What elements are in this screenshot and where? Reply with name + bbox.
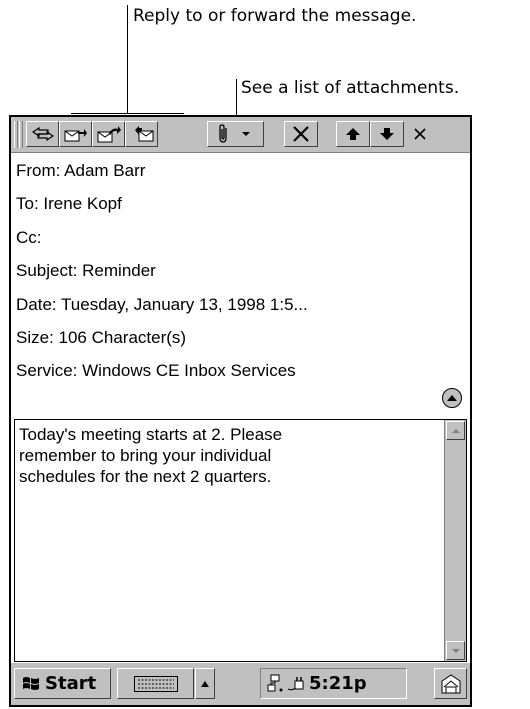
previous-message-button[interactable]: [336, 121, 370, 147]
reply-all-button[interactable]: [59, 121, 92, 147]
reply-button[interactable]: [26, 121, 59, 147]
from-field: From: Adam Barr: [16, 161, 146, 180]
desktop-switch-icon: [441, 673, 460, 693]
start-button[interactable]: Start: [14, 668, 111, 699]
next-message-icon: [380, 128, 394, 140]
subject-field: Subject: Reminder: [16, 261, 156, 280]
start-label: Start: [45, 673, 97, 694]
callout-attachments: See a list of attachments.: [241, 78, 460, 98]
scroll-down-icon: [451, 648, 460, 653]
close-button[interactable]: [406, 121, 434, 147]
clock[interactable]: 5:21p: [309, 673, 367, 694]
message-body-text: Today's meeting starts at 2. Please reme…: [19, 425, 283, 486]
desktop-button[interactable]: [434, 668, 467, 699]
input-panel-button[interactable]: [117, 668, 194, 699]
toolbar-grip-2[interactable]: [19, 121, 23, 148]
message-toolbar: [11, 117, 470, 153]
scroll-up-icon: [451, 428, 460, 433]
taskbar: Start 5:21p: [11, 662, 470, 705]
attachments-button[interactable]: [207, 121, 264, 147]
network-icon[interactable]: [267, 674, 287, 694]
date-field: Date: Tuesday, January 13, 1998 1:5...: [16, 295, 308, 314]
scroll-up-button[interactable]: [446, 421, 465, 440]
power-plug-icon[interactable]: [287, 674, 305, 694]
collapse-header-button[interactable]: [442, 388, 462, 408]
delete-icon: [293, 126, 309, 142]
keyboard-icon: [133, 675, 178, 692]
system-tray: 5:21p: [260, 668, 407, 699]
callout-line-reply-top: [127, 5, 128, 25]
callout-reply-forward: Reply to or forward the message.: [133, 6, 417, 26]
toolbar-grip[interactable]: [14, 121, 18, 148]
size-field: Size: 106 Character(s): [16, 328, 187, 347]
previous-message-icon: [346, 128, 360, 140]
body-scrollbar[interactable]: [444, 420, 466, 661]
scroll-down-button[interactable]: [446, 641, 465, 660]
input-panel-menu-button[interactable]: [195, 668, 215, 699]
forward-button[interactable]: [92, 121, 125, 147]
compose-button[interactable]: [125, 121, 158, 147]
forward-icon: [97, 125, 121, 142]
message-body[interactable]: Today's meeting starts at 2. Please reme…: [14, 419, 467, 662]
reply-icon: [31, 127, 54, 141]
compose-icon: [134, 126, 153, 142]
service-field: Service: Windows CE Inbox Services: [16, 361, 296, 380]
collapse-up-icon: [447, 395, 457, 401]
delete-button[interactable]: [284, 121, 318, 147]
reply-all-icon: [64, 129, 87, 142]
attachment-icon: [218, 124, 227, 143]
close-icon: [414, 128, 426, 140]
message-window: From: Adam Barr To: Irene Kopf Cc: Subje…: [9, 115, 472, 707]
cc-field: Cc:: [16, 228, 42, 247]
next-message-button[interactable]: [370, 121, 404, 147]
to-field: To: Irene Kopf: [16, 194, 122, 213]
input-panel-arrow-icon: [201, 680, 209, 687]
dropdown-arrow-icon: [241, 132, 250, 136]
windows-flag-icon: [23, 676, 39, 690]
callout-line-reply-bracket: [71, 113, 184, 114]
